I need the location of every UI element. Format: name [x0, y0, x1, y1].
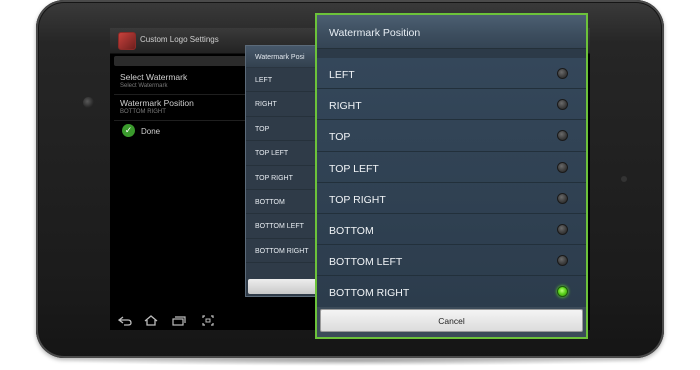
- front-camera: [83, 97, 94, 108]
- option-left[interactable]: LEFT: [317, 58, 586, 90]
- radio-button-icon[interactable]: [557, 223, 568, 235]
- dialog-title: Watermark Position: [329, 27, 421, 39]
- option-bottom-left[interactable]: BOTTOM LEFT: [317, 245, 586, 277]
- option-top-right[interactable]: TOP RIGHT: [317, 183, 586, 214]
- app-title: Custom Logo Settings: [140, 35, 219, 44]
- radio-button-icon[interactable]: [557, 255, 568, 267]
- radio-button-icon[interactable]: [557, 99, 568, 111]
- option-label: BOTTOM: [329, 224, 374, 237]
- position-options-list: LEFT RIGHT TOP TOP LEFT TOP RIGHT BOTTOM…: [317, 58, 586, 308]
- back-icon[interactable]: [114, 312, 136, 330]
- check-circle-icon: ✓: [122, 124, 135, 137]
- dialog-header: Watermark Position: [317, 15, 586, 49]
- option-label: TOP RIGHT: [329, 193, 386, 206]
- radio-selected-icon[interactable]: [557, 286, 568, 298]
- option-label: TOP LEFT: [329, 162, 379, 175]
- option-label: BOTTOM LEFT: [329, 256, 403, 269]
- radio-button-icon[interactable]: [557, 68, 568, 79]
- setting-title: Watermark Position: [120, 98, 194, 108]
- screenshot-icon[interactable]: [197, 312, 219, 330]
- light-sensor: [621, 176, 627, 182]
- dialog-footer: Cancel: [317, 307, 586, 337]
- setting-subtitle: BOTTOM RIGHT: [120, 109, 166, 115]
- watermark-position-dialog: Watermark Position LEFT RIGHT TOP TOP LE…: [315, 13, 588, 339]
- home-icon[interactable]: [140, 312, 162, 330]
- radio-button-icon[interactable]: [557, 161, 568, 173]
- option-bottom[interactable]: BOTTOM: [317, 214, 586, 246]
- setting-select-watermark[interactable]: Select Watermark Select Watermark: [120, 72, 187, 89]
- radio-button-icon[interactable]: [557, 192, 568, 204]
- setting-subtitle: Select Watermark: [120, 83, 168, 89]
- option-label: LEFT: [329, 69, 355, 81]
- app-logo-icon[interactable]: [118, 32, 136, 50]
- option-top-left[interactable]: TOP LEFT: [317, 152, 586, 183]
- option-top[interactable]: TOP: [317, 120, 586, 152]
- setting-watermark-position[interactable]: Watermark Position BOTTOM RIGHT: [120, 98, 194, 115]
- recent-apps-icon[interactable]: [168, 312, 190, 330]
- option-label: RIGHT: [329, 100, 362, 113]
- radio-button-icon[interactable]: [557, 130, 568, 142]
- option-label: TOP: [329, 131, 351, 144]
- option-right[interactable]: RIGHT: [317, 89, 586, 121]
- setting-title: Select Watermark: [120, 72, 188, 82]
- option-label: BOTTOM RIGHT: [329, 287, 410, 300]
- option-bottom-right[interactable]: BOTTOM RIGHT: [317, 276, 586, 308]
- done-label[interactable]: Done: [141, 127, 160, 136]
- cancel-button[interactable]: Cancel: [320, 309, 583, 332]
